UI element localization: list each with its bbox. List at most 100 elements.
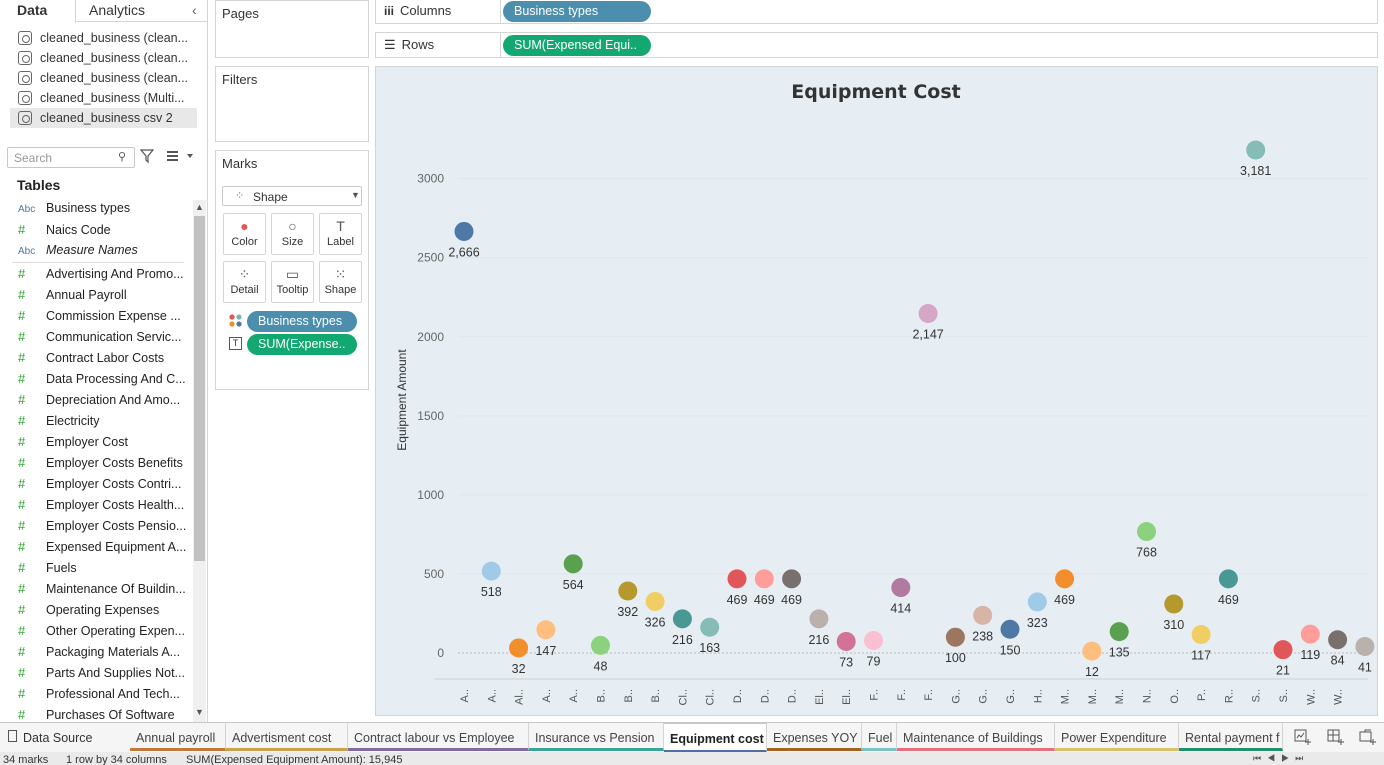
tab-analytics[interactable]: Analytics: [89, 0, 145, 22]
data-point[interactable]: [1218, 569, 1238, 589]
data-point[interactable]: [700, 617, 720, 637]
data-point[interactable]: [782, 569, 802, 589]
view-options-icon[interactable]: [166, 149, 196, 163]
data-point[interactable]: [1137, 522, 1156, 542]
field-item[interactable]: # Employer Cost: [18, 431, 190, 452]
field-item[interactable]: # Employer Costs Pensio...: [18, 515, 190, 536]
field-item[interactable]: # Maintenance Of Buildin...: [18, 578, 190, 599]
field-item[interactable]: # Expensed Equipment A...: [18, 536, 190, 557]
scroll-up-icon[interactable]: ▲: [195, 202, 204, 212]
data-point[interactable]: [836, 631, 856, 651]
data-point[interactable]: [536, 620, 556, 640]
chevron-left-icon[interactable]: ‹: [192, 0, 197, 22]
new-worksheet-icon[interactable]: [1294, 729, 1312, 745]
field-item[interactable]: # Parts And Supplies Not...: [18, 662, 190, 683]
marks-color-button[interactable]: ● Color: [223, 213, 266, 255]
marks-label-button[interactable]: T Label: [319, 213, 362, 255]
sheet-tab[interactable]: Equipment cost: [664, 723, 767, 753]
marks-size-button[interactable]: ○ Size: [271, 213, 314, 255]
data-point[interactable]: [618, 581, 638, 601]
data-point[interactable]: [945, 627, 965, 647]
field-item[interactable]: # Employer Costs Health...: [18, 494, 190, 515]
data-point[interactable]: [563, 554, 583, 574]
data-point[interactable]: [591, 635, 610, 655]
field-item[interactable]: # Communication Servic...: [18, 326, 190, 347]
data-point[interactable]: [1082, 641, 1102, 661]
field-item[interactable]: # Commission Expense ...: [18, 305, 190, 326]
data-point[interactable]: [1027, 592, 1047, 612]
fields-scrollbar[interactable]: ▲ ▼: [193, 200, 206, 722]
field-item[interactable]: # Other Operating Expen...: [18, 620, 190, 641]
data-point[interactable]: [891, 578, 911, 598]
data-point[interactable]: [645, 591, 665, 611]
scrollbar-thumb[interactable]: [194, 216, 205, 561]
marks-detail-button[interactable]: ⁘ Detail: [223, 261, 266, 303]
data-point[interactable]: [754, 569, 774, 589]
data-point[interactable]: [1328, 630, 1348, 650]
data-point[interactable]: [454, 221, 474, 241]
color-pill-business-types[interactable]: Business types: [247, 311, 357, 332]
field-item[interactable]: # Data Processing And C...: [18, 368, 190, 389]
data-point[interactable]: [672, 609, 692, 629]
field-item[interactable]: Abc Business types: [18, 198, 190, 219]
search-input[interactable]: Search: [7, 147, 135, 168]
data-point[interactable]: [973, 605, 993, 625]
field-item[interactable]: # Fuels: [18, 557, 190, 578]
field-item[interactable]: # Electricity: [18, 410, 190, 431]
data-point[interactable]: [1055, 569, 1075, 589]
data-point[interactable]: [864, 631, 883, 651]
columns-shelf[interactable]: iii Columns Business types: [375, 0, 1378, 24]
field-item[interactable]: # Employer Costs Contri...: [18, 473, 190, 494]
data-point[interactable]: [1355, 637, 1375, 657]
sheet-tab[interactable]: Fuel: [862, 723, 897, 751]
field-item[interactable]: # Packaging Materials A...: [18, 641, 190, 662]
sheet-tab[interactable]: Rental payment f: [1179, 723, 1283, 751]
field-item[interactable]: # Employer Costs Benefits: [18, 452, 190, 473]
datasource-item[interactable]: cleaned_business csv 2: [10, 108, 197, 128]
field-item[interactable]: # Contract Labor Costs: [18, 347, 190, 368]
datasource-item[interactable]: cleaned_business (clean...: [10, 48, 197, 68]
datasource-item[interactable]: cleaned_business (Multi...: [10, 88, 197, 108]
field-item[interactable]: # Depreciation And Amo...: [18, 389, 190, 410]
data-point[interactable]: [1191, 624, 1211, 644]
rows-pill[interactable]: SUM(Expensed Equi..: [503, 35, 651, 56]
new-story-icon[interactable]: [1359, 729, 1377, 745]
sheet-tab[interactable]: Contract labour vs Employee: [348, 723, 529, 751]
field-item[interactable]: # Operating Expenses: [18, 599, 190, 620]
data-point[interactable]: [809, 609, 829, 629]
data-point[interactable]: [1300, 624, 1320, 644]
field-item[interactable]: Abc Measure Names: [18, 240, 190, 261]
pages-card[interactable]: Pages: [215, 0, 369, 58]
data-point[interactable]: [1246, 140, 1266, 160]
data-point[interactable]: [1273, 640, 1293, 660]
data-point[interactable]: [1000, 619, 1020, 639]
columns-pill[interactable]: Business types: [503, 1, 651, 22]
filter-icon[interactable]: [139, 148, 155, 164]
tab-data[interactable]: Data: [0, 0, 76, 23]
mark-type-dropdown[interactable]: ⁘ Shape ▼: [222, 186, 362, 206]
datasource-item[interactable]: cleaned_business (clean...: [10, 68, 197, 88]
rows-shelf[interactable]: ☰ Rows SUM(Expensed Equi..: [375, 32, 1378, 58]
filters-card[interactable]: Filters: [215, 66, 369, 142]
marks-tooltip-button[interactable]: ▭ Tooltip: [271, 261, 314, 303]
data-point[interactable]: [1109, 622, 1129, 642]
marks-shape-button[interactable]: ⁙ Shape: [319, 261, 362, 303]
scroll-down-icon[interactable]: ▼: [195, 707, 204, 717]
data-point[interactable]: [1164, 594, 1184, 614]
field-item[interactable]: # Annual Payroll: [18, 284, 190, 305]
field-item[interactable]: # Naics Code: [18, 219, 190, 240]
data-point[interactable]: [481, 561, 501, 581]
field-item[interactable]: # Professional And Tech...: [18, 683, 190, 704]
datasource-item[interactable]: cleaned_business (clean...: [10, 28, 197, 48]
sheet-tab[interactable]: Power Expenditure: [1055, 723, 1179, 751]
sheet-tab[interactable]: Advertisment cost: [226, 723, 348, 751]
sheet-tab[interactable]: Expenses YOY: [767, 723, 862, 751]
new-dashboard-icon[interactable]: [1327, 729, 1345, 745]
data-point[interactable]: [918, 304, 938, 324]
sheet-navigation-icons[interactable]: ⏮◀▶⏭: [1253, 750, 1309, 765]
scatter-chart[interactable]: Equipment Cost 0 500 1000 1500 2000 2500 3000 Eq…: [376, 67, 1377, 715]
chart-view[interactable]: Equipment Cost 0 500 1000 1500 2000 2500 3000 Eq…: [375, 66, 1378, 716]
data-source-tab[interactable]: Data Source: [23, 731, 92, 745]
label-pill-sum[interactable]: SUM(Expense..: [247, 334, 357, 355]
field-item[interactable]: # Advertising And Promo...: [18, 263, 190, 284]
